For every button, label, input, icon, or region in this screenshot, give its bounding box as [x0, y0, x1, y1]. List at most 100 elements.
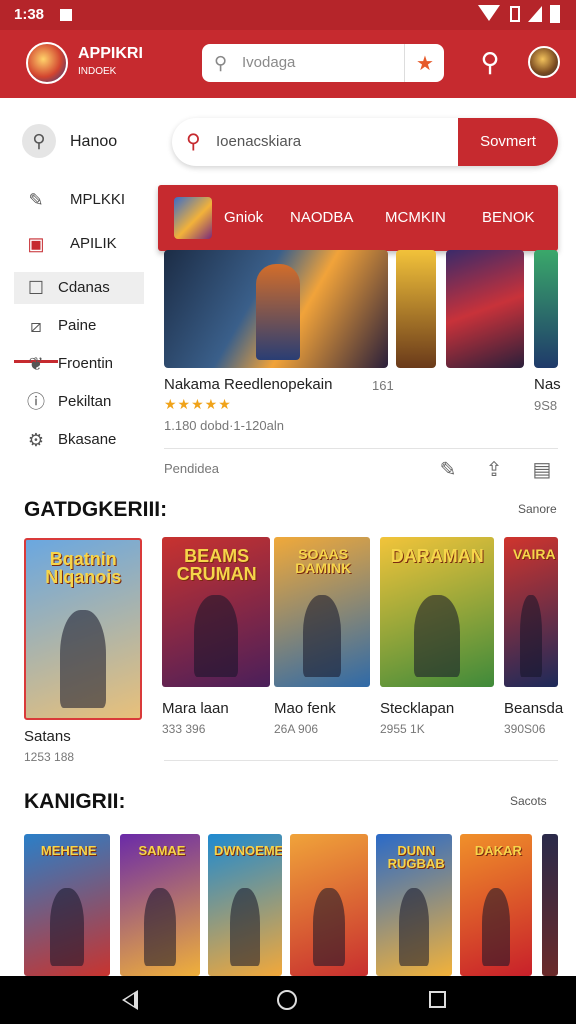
game-title: Mao fenk — [274, 700, 336, 717]
game-meta: 26A 906 — [274, 722, 319, 736]
divider — [164, 448, 558, 449]
featured-banner[interactable] — [164, 250, 388, 368]
game-card[interactable]: DARAMAN — [380, 537, 494, 687]
app-icon: ▣ — [27, 234, 45, 254]
leaf-icon: ❦ — [28, 354, 44, 374]
next-featured-title: Nas — [534, 376, 561, 393]
sidebar-item-label: Froentin — [58, 355, 114, 372]
game-card[interactable] — [542, 834, 558, 976]
game-card[interactable]: DWNOEME — [208, 834, 282, 976]
rating-stars: ★★★★★ — [164, 396, 232, 412]
game-card[interactable]: DUNN RUGBAB — [376, 834, 452, 976]
game-meta: 2955 1K — [380, 722, 425, 736]
sidebar-item-hanoo[interactable]: ⚲ Hanoo — [14, 124, 144, 158]
game-art-title: DARAMAN — [390, 546, 484, 566]
category-thumbnail[interactable] — [174, 197, 212, 239]
game-meta: 333 396 — [162, 722, 206, 736]
share-icon[interactable]: ⇪ — [482, 458, 506, 482]
game-card[interactable]: BEAMS CRUMAN — [162, 537, 270, 687]
tab-benok[interactable]: BENOK — [482, 209, 535, 226]
game-character — [398, 887, 430, 966]
app-bar: APPIKRI INDOEK ⚲ Ivodaga ★ ⚲ — [0, 30, 576, 98]
game-card[interactable]: DAKAR — [460, 834, 532, 976]
featured-footer-label: Pendidea — [164, 461, 219, 476]
game-card[interactable]: VAIRA — [504, 537, 558, 687]
avatar[interactable] — [528, 46, 560, 78]
game-character — [49, 887, 85, 966]
status-bar: 1:38 — [0, 0, 576, 30]
sidebar-item-paine[interactable]: ⧄ Paine — [14, 310, 144, 342]
game-art-title: SOAAS DAMINK — [295, 546, 352, 576]
game-character — [302, 594, 342, 677]
next-featured-meta: 9S8 — [534, 398, 558, 413]
save-icon[interactable]: ▤ — [530, 458, 554, 482]
game-art-title: MEHENE — [40, 843, 97, 858]
tab-naodba[interactable]: NAODBA — [290, 209, 353, 226]
game-art-title: VAIRA — [513, 546, 556, 562]
see-all-link[interactable]: Sacots — [510, 794, 547, 808]
game-card[interactable]: SAMAE — [120, 834, 200, 976]
featured-side-value: 161 — [372, 378, 394, 393]
square-icon: ☐ — [27, 278, 45, 298]
main-search-bar[interactable]: ⚲ Ioenacskiara Sovmert — [172, 118, 558, 166]
category-bar: Gniok NAODBA MCMKIN BENOK — [158, 185, 558, 251]
sidebar-item-label: Hanoo — [70, 133, 118, 150]
featured-thumbnail[interactable] — [396, 250, 436, 368]
search-submit-button[interactable]: Sovmert — [458, 118, 558, 166]
recents-icon[interactable] — [429, 991, 446, 1008]
sidebar-item-label: Paine — [58, 317, 97, 334]
game-card[interactable]: MEHENE — [24, 834, 110, 976]
app-subtitle: INDOEK — [78, 66, 117, 77]
see-all-link[interactable]: Sanore — [518, 502, 557, 516]
search-icon: ⚲ — [22, 124, 56, 158]
sidebar-item-label: MPLKKI — [70, 191, 126, 208]
featured-title: Nakama Reedlenopekain — [164, 376, 333, 393]
game-character — [520, 594, 542, 677]
game-art-title: BEAMS CRUMAN — [176, 546, 257, 584]
sidebar-item-froentin[interactable]: ❦ Froentin — [14, 348, 144, 380]
game-meta: 390S06 — [504, 722, 546, 736]
sidebar-item-bkasane[interactable]: ⚙ Bkasane — [14, 424, 144, 456]
search-icon: ⚲ — [214, 53, 228, 73]
game-art-title: DUNN RUGBAB — [387, 843, 445, 871]
top-search-field[interactable]: ⚲ Ivodaga ★ — [202, 44, 444, 82]
sidebar-item-mplkki[interactable]: ✎ MPLKKI — [14, 184, 144, 216]
game-art-title: DWNOEME — [214, 843, 282, 858]
game-character — [230, 887, 260, 966]
search-button[interactable]: ⚲ — [474, 48, 506, 80]
game-character — [414, 594, 460, 677]
game-card[interactable]: SOAAS DAMINK — [274, 537, 370, 687]
notification-icon — [60, 9, 72, 21]
game-art-title: DAKAR — [474, 843, 522, 858]
sidebar-item-label: Pekiltan — [58, 393, 112, 410]
game-art-title: SAMAE — [138, 843, 186, 858]
tab-mcmkin[interactable]: MCMKIN — [385, 209, 446, 226]
game-character — [194, 594, 238, 677]
back-icon[interactable] — [122, 990, 138, 1010]
image-icon: ⧄ — [30, 316, 42, 336]
signal-icon — [528, 6, 542, 22]
search-icon: ⚲ — [186, 131, 201, 153]
divider — [404, 44, 405, 82]
tab-gniok[interactable]: Gniok — [224, 209, 263, 226]
app-logo[interactable] — [26, 42, 68, 84]
sidebar-item-apilik[interactable]: ▣ APILIK — [14, 228, 144, 260]
featured-thumbnail[interactable] — [446, 250, 524, 368]
game-card[interactable] — [290, 834, 368, 976]
featured-thumbnail[interactable] — [534, 250, 558, 368]
game-title: Stecklapan — [380, 700, 455, 717]
edit-icon[interactable]: ✎ — [436, 458, 460, 482]
sidebar: ⚲ Hanoo ✎ MPLKKI ▣ APILIK ☐ Cdanas ⧄ Pai… — [0, 98, 155, 478]
sidebar-item-pekiltan[interactable]: ⓘ Pekiltan — [14, 386, 144, 418]
divider — [164, 760, 558, 761]
game-title: Beansda — [504, 700, 564, 717]
wifi-icon — [478, 5, 500, 21]
game-card[interactable]: Bqatnin Nlqanois — [24, 538, 142, 720]
game-title: Mara laan — [162, 700, 229, 717]
system-nav-bar — [0, 976, 576, 1024]
pencil-icon: ✎ — [28, 190, 44, 210]
home-icon[interactable] — [277, 990, 297, 1010]
star-icon[interactable]: ★ — [416, 51, 434, 76]
game-character — [144, 887, 176, 966]
sidebar-item-cdanas[interactable]: ☐ Cdanas — [14, 272, 144, 304]
